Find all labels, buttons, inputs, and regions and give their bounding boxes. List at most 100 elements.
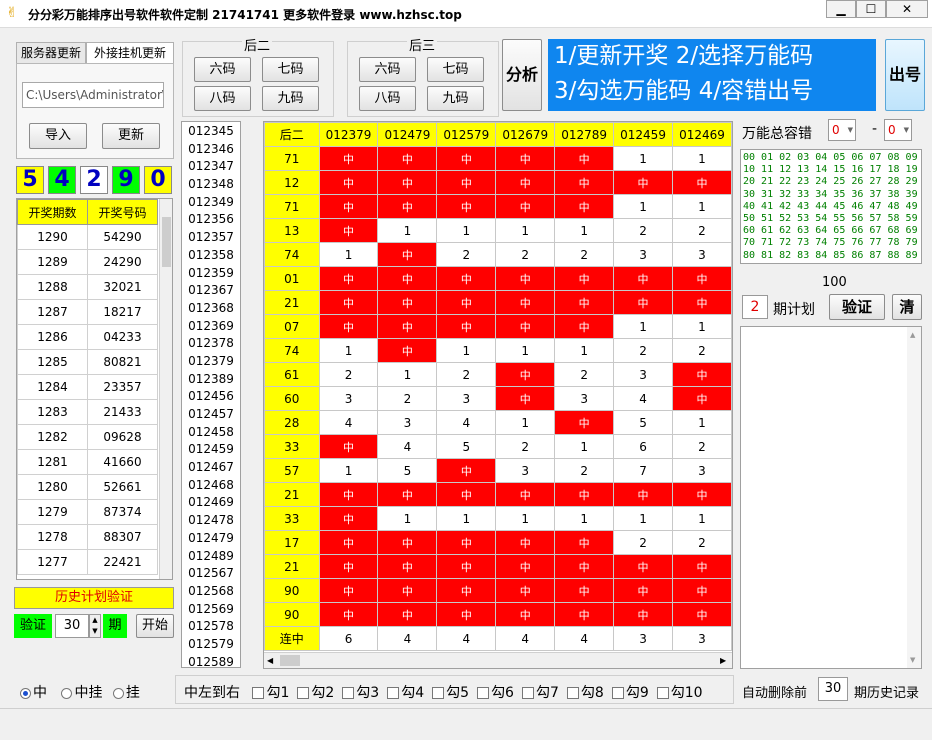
combination-item[interactable]: 012349 — [182, 194, 240, 212]
grid-row[interactable]: 连中 6 4 4 4 4 3 3 — [264, 626, 732, 651]
combination-item[interactable]: 012459 — [182, 441, 240, 459]
combination-item[interactable]: 012389 — [182, 371, 240, 389]
check-9[interactable]: 勾9 — [611, 685, 649, 701]
grid-row[interactable]: 90 中中中中中中中 — [264, 602, 732, 627]
combination-item[interactable]: 012578 — [182, 618, 240, 636]
checkbox-icon[interactable] — [342, 687, 355, 699]
output-textarea[interactable]: ▲ ▼ — [740, 326, 922, 669]
grid-row[interactable]: 60 3 2 3 中 3 4 中 — [264, 386, 732, 411]
check-5[interactable]: 勾5 — [432, 685, 469, 701]
combination-item[interactable]: 012579 — [182, 636, 240, 654]
check-10[interactable]: 勾10 — [656, 685, 703, 701]
start-button[interactable]: 开始 — [136, 614, 174, 638]
grid-row[interactable]: 13 中 1 1 1 1 2 2 — [264, 218, 732, 243]
output-button[interactable]: 出号 — [885, 39, 925, 111]
combination-item[interactable]: 012359 — [182, 265, 240, 283]
tolerance-max-select[interactable]: 0 ▼ — [884, 119, 912, 141]
hou2-eight-button[interactable]: 八码 — [194, 86, 251, 111]
check-7[interactable]: 勾7 — [521, 685, 559, 701]
check-2[interactable]: 勾2 — [297, 685, 334, 701]
scroll-down-icon[interactable]: ▼ — [910, 656, 915, 664]
combination-item[interactable]: 012378 — [182, 335, 240, 353]
grid-hscroll-thumb[interactable] — [280, 655, 300, 666]
check-1[interactable]: 勾1 — [252, 685, 289, 701]
checkbox-icon[interactable] — [656, 687, 669, 699]
verify-count-input[interactable]: 30 — [55, 614, 89, 638]
combination-item[interactable]: 012458 — [182, 424, 240, 442]
combination-item[interactable]: 012489 — [182, 548, 240, 566]
history-verify-button[interactable]: 历史计划验证 — [14, 587, 174, 609]
history-row[interactable]: 1289 24290 — [17, 249, 158, 275]
hou3-eight-button[interactable]: 八码 — [359, 86, 416, 111]
history-scroll-thumb[interactable] — [162, 217, 171, 267]
history-row[interactable]: 1279 87374 — [17, 499, 158, 525]
checkbox-icon[interactable] — [252, 687, 265, 699]
grid-row[interactable]: 33 中 4 5 2 1 6 2 — [264, 434, 732, 459]
history-row[interactable]: 1283 21433 — [17, 399, 158, 425]
result-grid[interactable]: 后二 012379 012479 012579 012679 012789 012459 01… — [263, 121, 733, 669]
history-row[interactable]: 1284 23357 — [17, 374, 158, 400]
radio-hit-hang-icon[interactable] — [61, 687, 73, 699]
close-button[interactable]: ✕ — [886, 0, 928, 18]
grid-header-combo[interactable]: 012379 — [318, 122, 379, 147]
path-input[interactable]: C:\Users\Administrator\ — [22, 82, 164, 108]
radio-hang[interactable]: 挂 — [112, 685, 140, 701]
output-scrollbar[interactable]: ▲ ▼ — [907, 327, 921, 668]
hou3-nine-button[interactable]: 九码 — [427, 86, 484, 111]
combination-item[interactable]: 012369 — [182, 318, 240, 336]
grid-row[interactable]: 21 中中中中中中中 — [264, 554, 732, 579]
minimize-button[interactable]: ▁ — [826, 0, 856, 18]
combination-item[interactable]: 012456 — [182, 388, 240, 406]
tolerance-min-select[interactable]: 0 ▼ — [828, 119, 856, 141]
check-6[interactable]: 勾6 — [477, 685, 514, 701]
tab-external-update[interactable]: 外接挂机更新 — [86, 42, 174, 64]
combination-item[interactable]: 012346 — [182, 141, 240, 159]
combination-item[interactable]: 012589 — [182, 654, 240, 667]
history-row[interactable]: 1288 32021 — [17, 274, 158, 300]
hou2-seven-button[interactable]: 七码 — [262, 57, 319, 82]
history-row[interactable]: 1277 22421 — [17, 549, 158, 575]
checkbox-icon[interactable] — [432, 687, 445, 699]
combination-item[interactable]: 012368 — [182, 300, 240, 318]
combination-item[interactable]: 012379 — [182, 353, 240, 371]
grid-row[interactable]: 57 1 5 中 3 2 7 3 — [264, 458, 732, 483]
grid-header-combo[interactable]: 012459 — [613, 122, 673, 147]
history-row[interactable]: 1280 52661 — [17, 474, 158, 500]
grid-row[interactable]: 74 1 中 1 1 1 2 2 — [264, 338, 732, 363]
hou2-six-button[interactable]: 六码 — [194, 57, 251, 82]
scroll-right-icon[interactable]: ▶ — [720, 654, 728, 667]
check-8[interactable]: 勾8 — [566, 685, 604, 701]
grid-header-combo[interactable]: 012789 — [554, 122, 615, 147]
import-button[interactable]: 导入 — [29, 123, 87, 149]
history-row[interactable]: 1285 80821 — [17, 349, 158, 375]
history-row[interactable]: 1278 88307 — [17, 524, 158, 550]
combination-item[interactable]: 012457 — [182, 406, 240, 424]
wanneng-number-grid[interactable]: 00 01 02 03 04 05 06 07 08 09 10 11 12 1… — [740, 149, 922, 264]
history-row[interactable]: 1287 18217 — [17, 299, 158, 325]
grid-header-combo[interactable]: 012469 — [672, 122, 732, 147]
combination-item[interactable]: 012568 — [182, 583, 240, 601]
check-3[interactable]: 勾3 — [342, 685, 379, 701]
combination-item[interactable]: 012467 — [182, 459, 240, 477]
tab-server-update[interactable]: 服务器更新 — [16, 42, 86, 64]
grid-header-combo[interactable]: 012679 — [495, 122, 556, 147]
radio-hit-hang[interactable]: 中挂 — [61, 685, 102, 701]
grid-row[interactable]: 61 2 1 2 中 2 3 中 — [264, 362, 732, 387]
combination-item[interactable]: 012347 — [182, 158, 240, 176]
radio-hit[interactable]: 中 — [20, 685, 47, 701]
combination-item[interactable]: 012567 — [182, 565, 240, 583]
auto-delete-count-input[interactable]: 30 — [818, 677, 848, 701]
scroll-left-icon[interactable]: ◀ — [267, 654, 275, 667]
grid-row[interactable]: 90 中中中中中中中 — [264, 578, 732, 603]
combination-item[interactable]: 012479 — [182, 530, 240, 548]
checkbox-icon[interactable] — [297, 687, 310, 699]
history-row[interactable]: 1286 04233 — [17, 324, 158, 350]
scroll-up-icon[interactable]: ▲ — [910, 331, 915, 339]
grid-row[interactable]: 17 中中中中中 2 2 — [264, 530, 732, 555]
grid-row[interactable]: 21 中中中中中中中 — [264, 482, 732, 507]
history-table[interactable]: 开奖期数 开奖号码 1290 54290 1289 24290 1288 32021 1287… — [16, 198, 173, 580]
analyze-button[interactable]: 分析 — [502, 39, 542, 111]
grid-row[interactable]: 71 中中中中中 1 1 — [264, 146, 732, 171]
combination-item[interactable]: 012358 — [182, 247, 240, 265]
radio-hang-icon[interactable] — [112, 687, 124, 699]
